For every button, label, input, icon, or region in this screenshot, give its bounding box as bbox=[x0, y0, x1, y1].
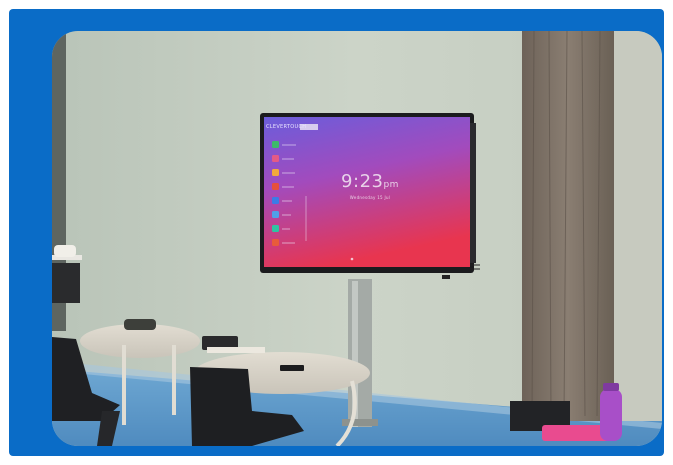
app-icon bbox=[272, 197, 279, 204]
app-icon bbox=[272, 211, 279, 218]
app-icon bbox=[272, 155, 279, 162]
display-side bbox=[470, 123, 476, 263]
phone bbox=[280, 365, 304, 371]
left-chair-back bbox=[52, 263, 80, 303]
display-stand bbox=[348, 279, 372, 427]
stand-base bbox=[342, 419, 378, 426]
screen-brand: CLEVERTOUCH bbox=[266, 124, 307, 130]
display-screen bbox=[264, 117, 470, 267]
shelf-object bbox=[54, 245, 76, 257]
app-icon bbox=[272, 183, 279, 190]
classroom-photo: CLEVERTOUCH 9:23pm Wednesday 15 Jul bbox=[52, 31, 662, 446]
right-wall bbox=[614, 31, 662, 421]
app-icon bbox=[272, 141, 279, 148]
classroom-scene bbox=[52, 31, 662, 446]
wood-pillar bbox=[522, 31, 614, 421]
pencil-case bbox=[124, 319, 156, 330]
app-icon bbox=[272, 239, 279, 246]
water-bottle bbox=[600, 389, 622, 441]
app-icon bbox=[272, 169, 279, 176]
app-icon bbox=[272, 225, 279, 232]
